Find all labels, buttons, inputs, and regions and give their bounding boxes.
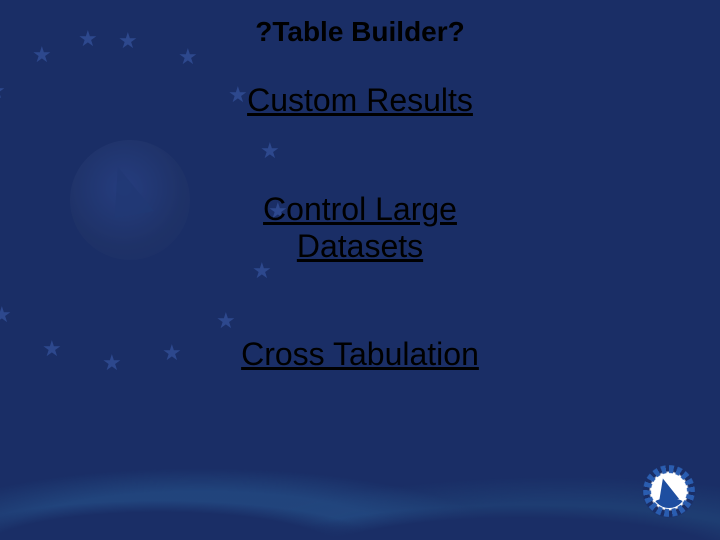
link-control-large-datasets[interactable]: Control Large Datasets — [263, 191, 457, 265]
link-custom-results[interactable]: Custom Results — [247, 82, 473, 119]
slide: ★ ★ ★ ★ ★ ★ ★ ★ ★ ★ ★ ★ ★ ★ ★ ★ ★ ?Table… — [0, 0, 720, 540]
link-cross-tabulation[interactable]: Cross Tabulation — [241, 336, 479, 373]
wave-front-graphic — [0, 440, 720, 540]
link-block-control-large-datasets: Control Large Datasets — [0, 191, 720, 301]
corner-logo-icon — [638, 460, 700, 522]
link-block-custom-results: Custom Results — [0, 82, 720, 155]
link-line-1: Control Large — [263, 191, 457, 227]
content-area: ?Table Builder? Custom Results Control L… — [0, 10, 720, 445]
link-line-2: Datasets — [297, 228, 423, 264]
link-block-cross-tabulation: Cross Tabulation — [0, 336, 720, 409]
slide-title: ?Table Builder? — [0, 16, 720, 48]
